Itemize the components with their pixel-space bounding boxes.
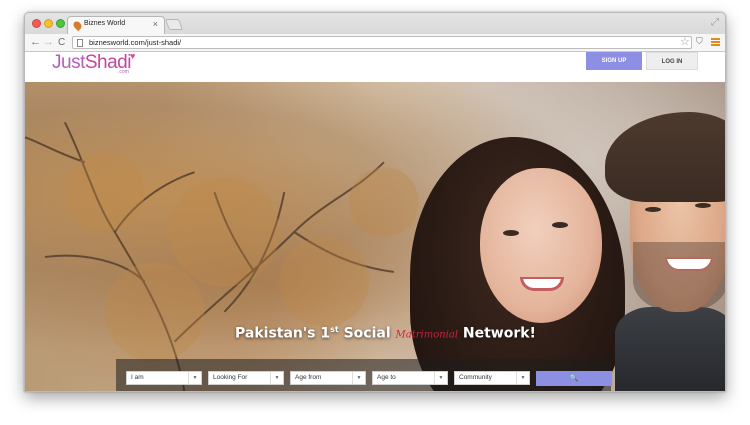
tab-title: Biznes World: [84, 20, 126, 27]
menu-icon[interactable]: [711, 38, 720, 46]
logo-domain: .com: [118, 69, 129, 75]
search-icon: 🔍: [569, 375, 579, 382]
hero-tagline: Pakistan's 1st Social Matrimonial Networ…: [235, 325, 536, 342]
chevron-down-icon: ▼: [352, 372, 365, 384]
tab-close-icon[interactable]: ×: [153, 19, 158, 29]
hero-banner: Pakistan's 1st Social Matrimonial Networ…: [25, 82, 725, 391]
bookmark-star-icon[interactable]: ☆: [680, 35, 690, 48]
tab-strip: Biznes World × ⤢: [25, 13, 725, 34]
i-am-value: I am: [131, 374, 144, 381]
man-eye: [695, 203, 711, 208]
tagline-sup: st: [330, 325, 339, 334]
fullscreen-icon[interactable]: ⤢: [711, 17, 719, 28]
tagline-social: Social: [338, 325, 396, 342]
page-icon: [77, 39, 83, 47]
woman-eye: [503, 230, 519, 236]
age-from-value: Age from: [295, 374, 322, 381]
tagline-script: Matrimonial: [395, 329, 459, 341]
zoom-window-button[interactable]: [56, 19, 65, 28]
browser-toolbar: ← → C biznesworld.com/just-shadi/ ☆ ⛉: [25, 34, 725, 52]
chevron-down-icon: ▼: [516, 372, 529, 384]
chevron-down-icon: ▼: [270, 372, 283, 384]
minimize-window-button[interactable]: [44, 19, 53, 28]
woman-face: [480, 168, 602, 323]
site-header: JustShadi ♥ .com SIGN UP LOG IN: [25, 52, 725, 82]
tagline-pre: Pakistan's 1: [235, 325, 331, 342]
back-icon[interactable]: ←: [30, 35, 41, 49]
age-from-select[interactable]: Age from ▼: [290, 371, 366, 385]
community-value: Community: [459, 374, 492, 381]
man-beard: [633, 242, 725, 312]
sign-up-button[interactable]: SIGN UP: [586, 52, 642, 70]
address-url[interactable]: biznesworld.com/just-shadi/: [89, 38, 181, 47]
tagline-post: Network!: [458, 325, 536, 342]
logo-first: Just: [52, 52, 85, 73]
woman-eye: [552, 222, 568, 228]
log-in-button[interactable]: LOG IN: [646, 52, 698, 70]
tab-biznes-world[interactable]: Biznes World ×: [67, 16, 165, 34]
age-to-select[interactable]: Age to ▼: [372, 371, 448, 385]
chevron-down-icon: ▼: [188, 372, 201, 384]
page-viewport: JustShadi ♥ .com SIGN UP LOG IN Pakistan…: [25, 52, 725, 391]
chevron-down-icon: ▼: [434, 372, 447, 384]
looking-for-select[interactable]: Looking For ▼: [208, 371, 284, 385]
looking-for-value: Looking For: [213, 374, 248, 381]
browser-window: Biznes World × ⤢ ← → C biznesworld.com/j…: [24, 12, 726, 392]
community-select[interactable]: Community ▼: [454, 371, 530, 385]
close-window-button[interactable]: [32, 19, 41, 28]
man-eye: [645, 207, 661, 212]
address-bar[interactable]: biznesworld.com/just-shadi/: [72, 36, 692, 49]
age-to-value: Age to: [377, 374, 396, 381]
man-smile: [665, 257, 713, 271]
reload-icon[interactable]: C: [58, 36, 65, 50]
i-am-select[interactable]: I am ▼: [126, 371, 202, 385]
favicon-icon: [71, 19, 84, 32]
justshadi-logo[interactable]: JustShadi ♥ .com: [52, 52, 135, 75]
search-bar: I am ▼ Looking For ▼ Age from ▼ Age to ▼ Com…: [116, 359, 612, 391]
new-tab-button[interactable]: [164, 19, 184, 30]
extension-icon[interactable]: ⛉: [696, 36, 703, 47]
man-jacket: [615, 307, 725, 391]
search-button[interactable]: 🔍: [536, 371, 612, 386]
forward-icon[interactable]: →: [43, 35, 54, 49]
heart-icon: ♥: [130, 52, 136, 61]
